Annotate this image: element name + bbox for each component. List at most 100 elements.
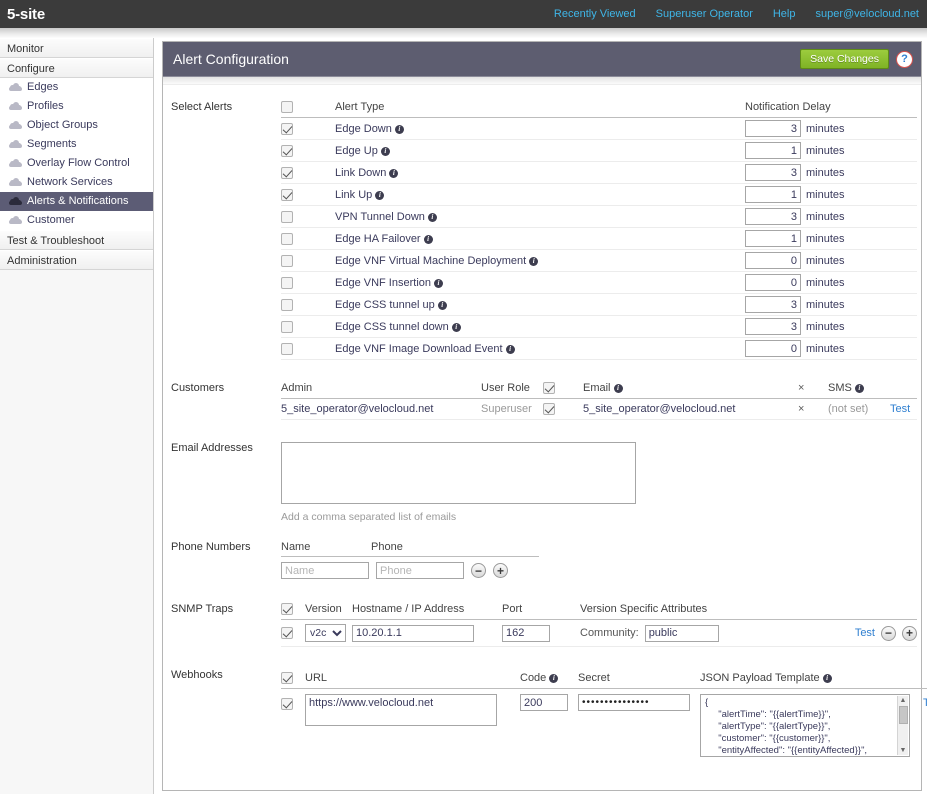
nav-help[interactable]: Help [773,8,796,20]
webhook-secret-input[interactable] [578,694,690,712]
sidebar-section-test-troubleshoot[interactable]: Test & Troubleshoot [0,230,153,250]
customer-email-checkbox[interactable] [543,403,555,416]
delay-input[interactable] [745,230,801,248]
snmp-version-select[interactable]: v2c [305,624,346,643]
webhook-url-textarea[interactable] [305,694,497,727]
webhook-json-scrollbar[interactable]: ▲ ▼ [897,696,908,756]
info-icon[interactable]: i [389,168,399,178]
select-all-checkbox[interactable] [281,101,293,114]
snmp-row-checkbox[interactable] [281,627,293,640]
alert-row-checkbox-cell [281,293,335,317]
delay-input[interactable] [745,208,801,226]
alert-checkbox-edge-vnf-vm-deployment[interactable] [281,254,293,267]
nav-recently-viewed[interactable]: Recently Viewed [554,8,636,20]
webhook-code-cell [520,694,578,760]
info-icon[interactable]: i [394,124,404,134]
sidebar-item-network-services[interactable]: Network Services [0,173,153,192]
snmp-test-link[interactable]: Test [855,627,875,639]
sidebar-item-profiles[interactable]: Profiles [0,97,153,116]
phone-number-input[interactable] [376,562,464,580]
email-addresses-textarea[interactable] [281,442,636,505]
info-icon[interactable]: i [427,212,437,222]
save-changes-button[interactable]: Save Changes [800,49,889,69]
sidebar-item-customer[interactable]: Customer [0,211,153,230]
delay-input[interactable] [745,296,801,314]
webhooks-select-all-checkbox[interactable] [281,672,293,685]
delay-input[interactable] [745,120,801,138]
nav-superuser-operator[interactable]: Superuser Operator [656,8,753,20]
sidebar-item-overlay-flow-control[interactable]: Overlay Flow Control [0,154,153,173]
phone-name-input[interactable] [281,562,369,580]
alert-checkbox-link-down[interactable] [281,166,293,179]
alert-checkbox-link-up[interactable] [281,188,293,201]
sidebar-section-configure[interactable]: Configure [0,58,153,78]
delay-input[interactable] [745,252,801,270]
alert-type-label: Edge HA Failover [335,232,421,245]
snmp-hostname-header: Hostname / IP Address [352,603,465,616]
alert-checkbox-edge-up[interactable] [281,144,293,157]
alert-checkbox-edge-css-tunnel-down[interactable] [281,320,293,333]
alert-checkbox-edge-vnf-image-download[interactable] [281,342,293,355]
table-row: Edge CSS tunnel upi minutes [281,293,917,317]
customers-select-all-checkbox[interactable] [543,382,555,395]
webhook-code-input[interactable] [520,694,568,712]
alert-type-cell: Edge VNF Insertion i [335,271,745,295]
delay-input[interactable] [745,164,801,182]
info-icon[interactable]: i [451,322,461,332]
webhook-row-checkbox[interactable] [281,697,293,710]
delay-input[interactable] [745,186,801,204]
delay-unit: minutes [806,276,845,289]
sidebar-item-segments[interactable]: Segments [0,135,153,154]
info-icon[interactable]: i [434,278,443,288]
alert-checkbox-edge-ha-failover[interactable] [281,232,293,245]
sidebar-section-administration[interactable]: Administration [0,250,153,270]
info-icon[interactable]: i [549,674,559,684]
close-icon[interactable]: × [798,403,804,415]
alert-checkbox-edge-down[interactable] [281,122,293,135]
snmp-hostname-input[interactable] [352,624,474,642]
info-icon[interactable]: i [613,384,623,394]
webhook-json-textarea[interactable] [700,694,910,758]
add-snmp-row-button[interactable]: + [902,625,917,641]
sidebar-item-object-groups[interactable]: Object Groups [0,116,153,135]
scroll-up-icon[interactable]: ▲ [900,696,907,705]
webhook-test-link[interactable]: Test [923,697,927,709]
snmp-community-input[interactable] [644,624,719,642]
snmp-port-input[interactable] [502,624,550,642]
alert-row-checkbox-cell [281,271,335,295]
webhooks-section: Webhooks URL Code i Secret JSON Payload T… [163,669,927,760]
sidebar-item-edges[interactable]: Edges [0,78,153,97]
alert-delay-cell: minutes [745,315,917,339]
alert-checkbox-edge-css-tunnel-up[interactable] [281,298,293,311]
scroll-down-icon[interactable]: ▼ [900,746,907,755]
info-icon[interactable]: i [375,190,385,200]
alert-checkbox-edge-vnf-insertion[interactable] [281,276,293,289]
scrollbar-thumb[interactable] [898,706,908,725]
alert-delay-cell: minutes [745,227,917,251]
delay-input[interactable] [745,318,801,336]
webhook-json-cell: ▲ ▼ [700,694,915,760]
add-phone-row-button[interactable]: + [493,563,508,579]
snmp-select-all-checkbox[interactable] [281,603,293,616]
info-icon[interactable]: i [423,234,433,244]
info-icon[interactable]: i [505,344,515,354]
close-icon[interactable]: × [798,382,804,394]
remove-phone-row-button[interactable]: − [471,563,486,579]
remove-snmp-row-button[interactable]: − [881,625,896,641]
info-icon[interactable]: i [380,146,390,156]
table-row: 5_site_operator@velocloud.net Superuser … [281,399,917,421]
info-icon[interactable]: i [437,300,447,310]
delay-input[interactable] [745,274,801,292]
help-icon[interactable]: ? [896,50,913,68]
info-icon[interactable]: i [822,674,832,684]
delay-input[interactable] [745,340,801,358]
info-icon[interactable]: i [854,384,864,394]
snmp-hostname-cell [352,624,502,642]
info-icon[interactable]: i [529,256,539,266]
alert-checkbox-vpn-tunnel-down[interactable] [281,210,293,223]
sidebar-item-alerts-notifications[interactable]: Alerts & Notifications [0,192,153,211]
nav-user-account[interactable]: super@velocloud.net [815,8,919,20]
sidebar-section-monitor[interactable]: Monitor [0,38,153,58]
delay-input[interactable] [745,142,801,160]
customer-test-link[interactable]: Test [890,403,910,415]
